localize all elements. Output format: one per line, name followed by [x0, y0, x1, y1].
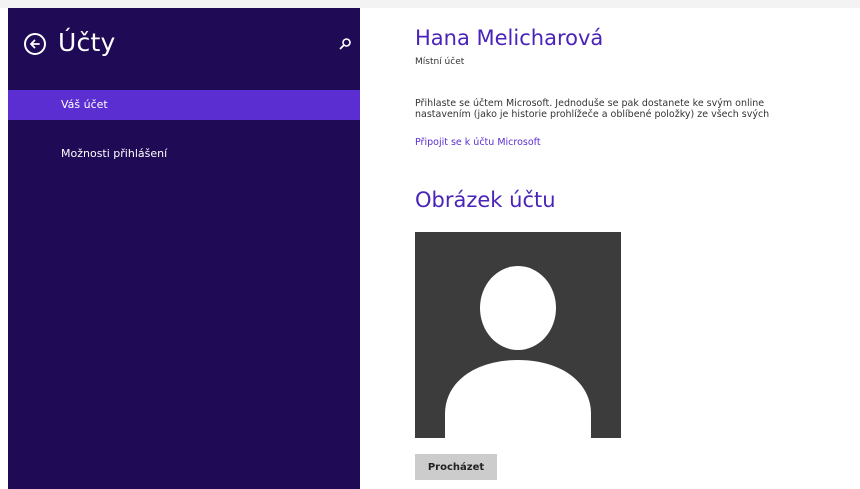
description-line-2: nastavením (jako je historie prohlížeče … — [415, 109, 770, 120]
main-content: Hana Melicharová Místní účet Přihlaste s… — [360, 8, 860, 489]
account-picture-title: Obrázek účtu — [415, 188, 556, 212]
description-line-1: Přihlaste se účtem Microsoft. Jednoduše … — [415, 98, 765, 109]
sidebar: Účty Váš účet Možnosti přihlášení — [8, 8, 360, 489]
default-user-avatar-icon — [445, 266, 591, 438]
top-strip — [0, 0, 860, 8]
account-picture — [415, 232, 621, 438]
sidebar-item-vas-ucet[interactable]: Váš účet — [8, 90, 360, 120]
sidebar-item-label: Možnosti přihlášení — [61, 147, 168, 160]
search-button[interactable] — [337, 36, 353, 52]
account-type: Místní účet — [415, 57, 465, 67]
search-icon — [339, 38, 351, 50]
account-name: Hana Melicharová — [415, 26, 604, 50]
browse-button[interactable]: Procházet — [415, 454, 497, 480]
back-arrow-icon — [30, 39, 40, 49]
back-button[interactable] — [24, 33, 46, 55]
account-description: Přihlaste se účtem Microsoft. Jednoduše … — [415, 98, 860, 120]
sidebar-title: Účty — [58, 28, 116, 57]
connect-microsoft-account-link[interactable]: Připojit se k účtu Microsoft — [415, 137, 541, 148]
sidebar-item-moznosti-prihlaseni[interactable]: Možnosti přihlášení — [8, 139, 360, 169]
sidebar-item-label: Váš účet — [61, 98, 108, 111]
